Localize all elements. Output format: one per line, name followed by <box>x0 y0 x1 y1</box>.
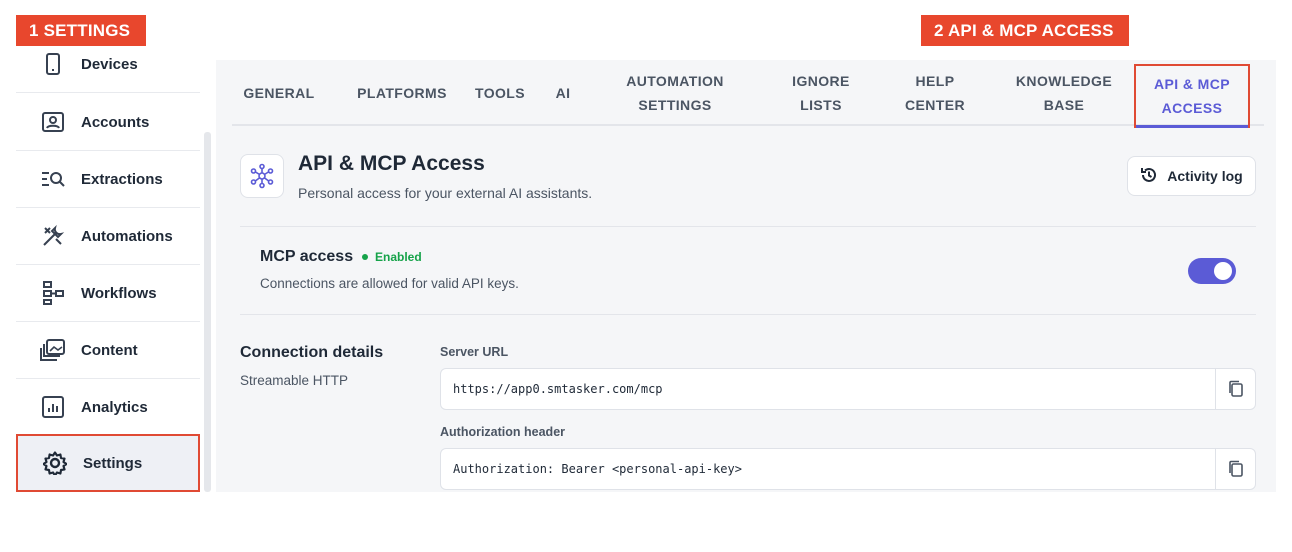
callout-step-2: 2 API & MCP ACCESS <box>921 15 1129 46</box>
tab-label-line2: BASE <box>1043 97 1085 113</box>
list-search-icon <box>40 166 66 192</box>
tab-label-line1: AUTOMATION <box>626 73 724 89</box>
tab-knowledge-base[interactable]: KNOWLEDGE BASE <box>1002 60 1126 126</box>
divider <box>240 226 1256 227</box>
tab-help-center[interactable]: HELP CENTER <box>890 60 980 126</box>
activity-log-label: Activity log <box>1167 168 1243 184</box>
authorization-header-field[interactable]: Authorization: Bearer <personal-api-key> <box>440 448 1256 490</box>
sidebar-item-label: Automations <box>81 227 173 245</box>
tab-label: AI <box>555 85 571 101</box>
sidebar-item-settings[interactable]: Settings <box>16 434 200 492</box>
settings-panel: GENERAL PLATFORMS TOOLS AI AUTOMATION SE… <box>216 60 1276 492</box>
sidebar-item-accounts[interactable]: Accounts <box>16 94 200 151</box>
id-card-icon <box>40 109 66 135</box>
tab-label-line2: LISTS <box>800 97 842 113</box>
tab-ai[interactable]: AI <box>548 60 578 126</box>
sidebar-item-label: Content <box>81 341 138 359</box>
sidebar-item-label: Analytics <box>81 398 148 416</box>
sidebar-item-label: Extractions <box>81 170 163 188</box>
sidebar-item-label: Devices <box>81 55 138 73</box>
tab-general[interactable]: GENERAL <box>232 60 326 126</box>
copy-icon[interactable] <box>1215 449 1255 489</box>
tab-label-line2: SETTINGS <box>638 97 712 113</box>
tab-label: PLATFORMS <box>357 85 447 101</box>
tab-label-line2: CENTER <box>905 97 965 113</box>
sidebar-item-label: Settings <box>83 454 143 472</box>
tab-automation-settings[interactable]: AUTOMATION SETTINGS <box>610 60 740 126</box>
tab-label: TOOLS <box>475 85 525 101</box>
tab-label-line1: HELP <box>915 73 955 89</box>
toggle-knob <box>1214 262 1232 280</box>
sidebar-scrollbar[interactable] <box>204 132 211 492</box>
divider <box>240 314 1256 315</box>
server-url-field[interactable]: https://app0.smtasker.com/mcp <box>440 368 1256 410</box>
chart-icon <box>40 394 66 420</box>
tab-label-line1: KNOWLEDGE <box>1015 73 1113 89</box>
sidebar-item-automations[interactable]: Automations <box>16 208 200 265</box>
authorization-header-label: Authorization header <box>440 425 566 439</box>
tab-tools[interactable]: TOOLS <box>472 60 528 126</box>
tab-label: GENERAL <box>243 85 315 101</box>
mcp-access-title: MCP access <box>260 248 354 265</box>
phone-icon <box>40 51 66 77</box>
app-root: 1 SETTINGS 2 API & MCP ACCESS Devices Ac… <box>0 0 1292 552</box>
status-dot <box>362 254 368 260</box>
sidebar-item-devices[interactable]: Devices <box>16 36 200 93</box>
flow-icon <box>40 280 66 306</box>
copy-icon[interactable] <box>1215 369 1255 409</box>
tab-label-line2: ACCESS <box>1161 100 1223 116</box>
status-badge: Enabled <box>362 250 422 264</box>
media-stack-icon <box>40 337 66 363</box>
server-url-value[interactable]: https://app0.smtasker.com/mcp <box>453 382 663 396</box>
page-subtitle: Personal access for your external AI ass… <box>298 185 593 201</box>
authorization-header-value[interactable]: Authorization: Bearer <personal-api-key> <box>453 462 742 476</box>
network-nodes-icon <box>240 154 284 198</box>
tab-api-mcp-access[interactable]: API & MCP ACCESS <box>1134 64 1250 128</box>
sidebar-item-label: Workflows <box>81 284 157 302</box>
tab-platforms[interactable]: PLATFORMS <box>346 60 458 126</box>
tab-label-line1: IGNORE <box>792 73 850 89</box>
sidebar-item-workflows[interactable]: Workflows <box>16 265 200 322</box>
sidebar-item-label: Accounts <box>81 113 150 131</box>
mcp-access-description: Connections are allowed for valid API ke… <box>260 276 519 291</box>
page-title: API & MCP Access <box>298 152 485 175</box>
server-url-label: Server URL <box>440 345 509 359</box>
sidebar-item-content[interactable]: Content <box>16 322 200 379</box>
sidebar-item-analytics[interactable]: Analytics <box>16 379 200 436</box>
sidebar: Devices Accounts Extractions Automations… <box>16 53 213 492</box>
settings-tabs: GENERAL PLATFORMS TOOLS AI AUTOMATION SE… <box>232 60 1264 128</box>
tab-label-line1: API & MCP <box>1154 76 1230 92</box>
history-icon <box>1140 166 1158 187</box>
connection-details-subtitle: Streamable HTTP <box>240 373 349 388</box>
tab-ignore-lists[interactable]: IGNORE LISTS <box>776 60 866 126</box>
gear-icon <box>42 450 68 476</box>
sidebar-item-extractions[interactable]: Extractions <box>16 151 200 208</box>
connection-details-title: Connection details <box>240 344 384 361</box>
tools-icon <box>40 223 66 249</box>
status-label: Enabled <box>375 250 422 264</box>
activity-log-button[interactable]: Activity log <box>1127 156 1256 196</box>
mcp-access-toggle[interactable] <box>1188 258 1236 284</box>
